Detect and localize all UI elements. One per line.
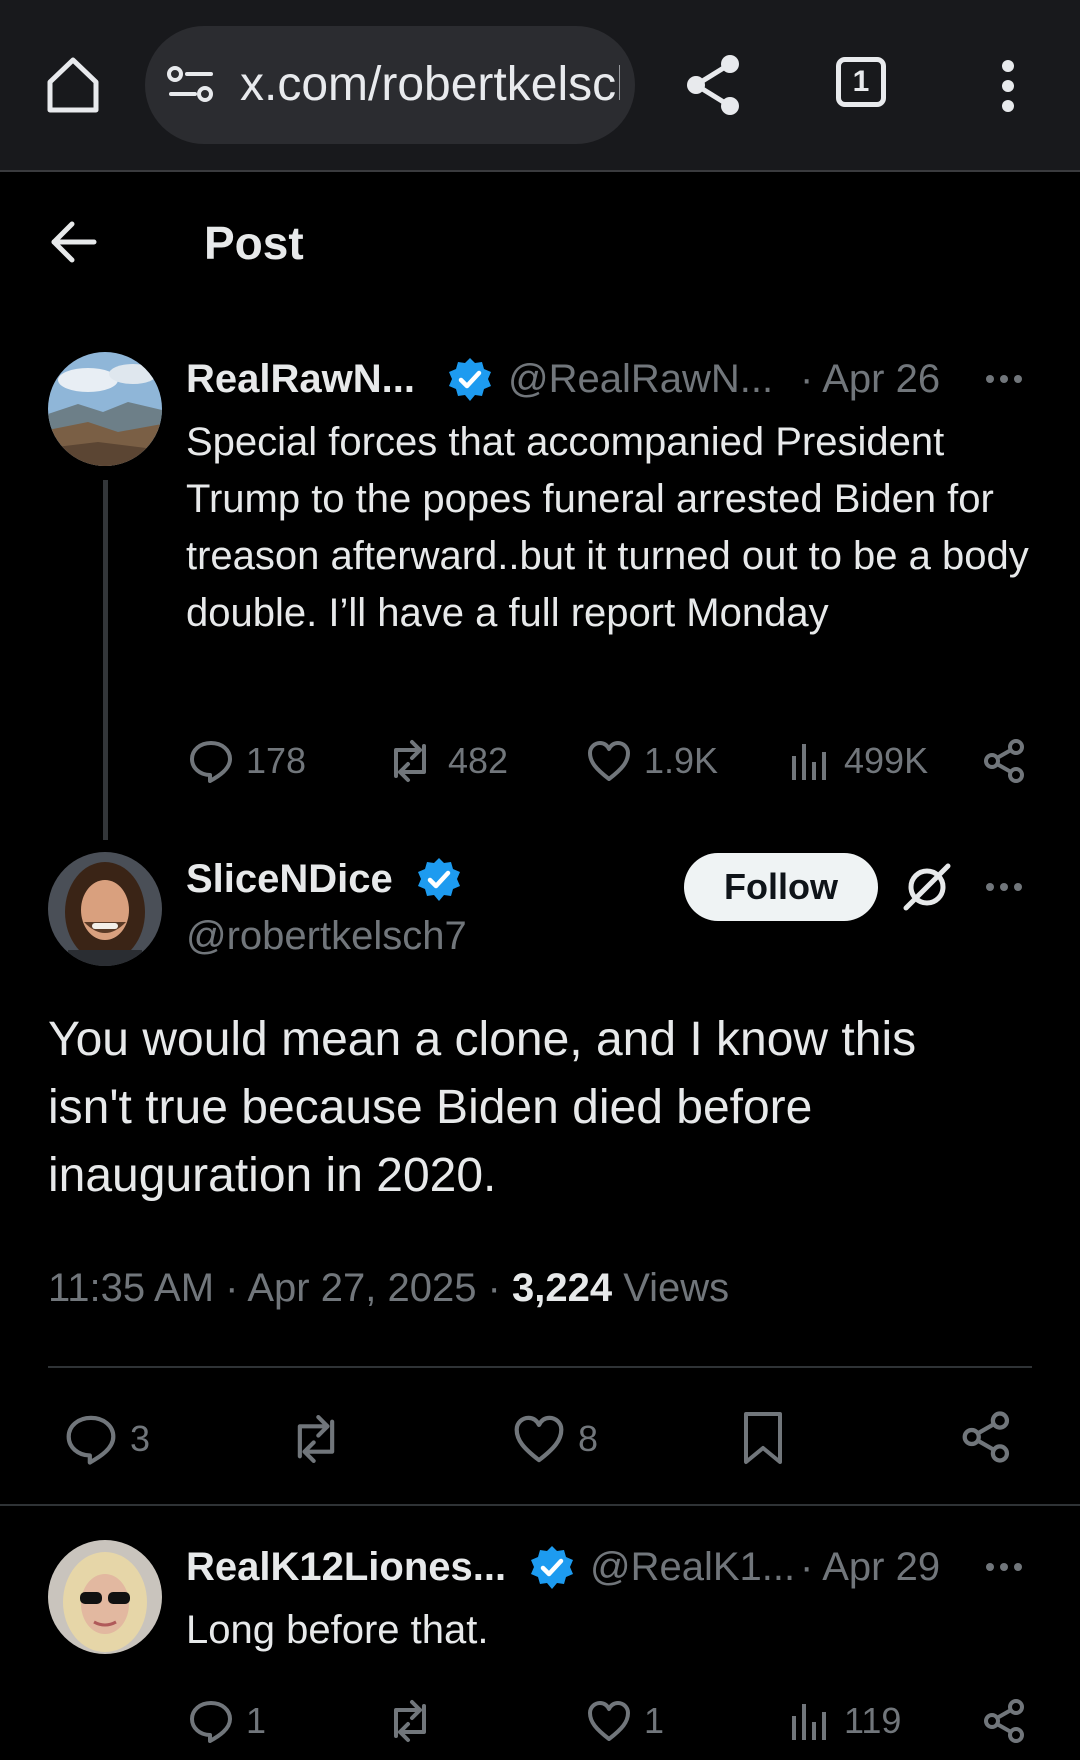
tweet-text: Long before that. xyxy=(186,1608,489,1652)
repost-icon xyxy=(297,1415,335,1464)
views-count: 499K xyxy=(844,740,929,781)
heart-icon xyxy=(588,1701,630,1741)
reply-icon xyxy=(66,1415,116,1465)
views-button[interactable]: 499K xyxy=(786,738,928,784)
more-vert-icon[interactable] xyxy=(996,58,1020,114)
reply-count: 178 xyxy=(246,740,307,781)
like-count: 8 xyxy=(578,1418,599,1459)
like-button[interactable]: 1.9K xyxy=(586,738,718,784)
reply-button[interactable]: 178 xyxy=(188,738,306,784)
heart-icon xyxy=(588,741,630,781)
views-label: Views xyxy=(612,1266,730,1310)
verified-badge-icon xyxy=(528,1544,576,1592)
tweet-timestamp: 11:35 AM · Apr 27, 2025 · 3,224 Views xyxy=(48,1266,729,1311)
divider xyxy=(0,1504,1080,1506)
avatar[interactable] xyxy=(48,1540,162,1654)
views-count: 119 xyxy=(844,1700,902,1741)
like-count: 1 xyxy=(644,1700,665,1741)
page-title: Post xyxy=(204,217,304,269)
share-icon[interactable] xyxy=(982,738,1028,784)
more-horiz-icon[interactable] xyxy=(984,372,1024,386)
like-button[interactable]: 1 xyxy=(586,1698,664,1744)
reply-icon xyxy=(190,1701,232,1743)
repost-icon xyxy=(394,1700,426,1742)
repost-count: 482 xyxy=(448,740,509,781)
home-icon[interactable] xyxy=(40,52,106,118)
author-name[interactable]: RealRawN... xyxy=(186,357,415,402)
repost-icon xyxy=(394,740,426,782)
analytics-icon xyxy=(792,1704,826,1740)
reply-icon xyxy=(190,741,232,783)
repost-button[interactable]: 482 xyxy=(384,738,508,784)
tweet-text: Special forces that accompanied Presiden… xyxy=(186,420,1029,635)
share-icon[interactable] xyxy=(960,1410,1014,1464)
site-settings-icon[interactable] xyxy=(165,62,217,108)
thread-line xyxy=(103,480,108,840)
heart-icon xyxy=(514,1415,564,1463)
tweet-time[interactable]: 11:35 AM · Apr 27, 2025 · xyxy=(48,1266,512,1310)
analytics-icon xyxy=(792,744,826,780)
more-horiz-icon[interactable] xyxy=(984,880,1024,894)
like-count: 1.9K xyxy=(644,740,719,781)
tweet-date[interactable]: · Apr 26 xyxy=(800,357,940,402)
reply-count: 1 xyxy=(246,1700,267,1741)
back-arrow-icon[interactable] xyxy=(50,220,98,264)
repost-button[interactable] xyxy=(286,1412,346,1466)
tweet-text: You would mean a clone, and I know this … xyxy=(48,1013,917,1202)
tab-switcher-button[interactable]: 1 xyxy=(836,57,886,107)
reply-count: 3 xyxy=(130,1418,151,1459)
verified-badge-icon xyxy=(446,356,494,404)
bookmark-icon[interactable] xyxy=(738,1410,788,1466)
url-text[interactable]: x.com/robertkelsch7 xyxy=(240,56,620,114)
repost-button[interactable] xyxy=(384,1698,436,1744)
verified-badge-icon xyxy=(415,856,463,904)
tab-count: 1 xyxy=(852,65,870,98)
views-button[interactable]: 119 xyxy=(786,1698,901,1744)
author-handle[interactable]: @RealRawN... xyxy=(508,357,773,402)
more-horiz-icon[interactable] xyxy=(984,1560,1024,1574)
share-icon[interactable] xyxy=(982,1698,1028,1744)
reply-button[interactable]: 1 xyxy=(188,1698,266,1744)
like-button[interactable]: 8 xyxy=(512,1412,598,1466)
tweet-date[interactable]: · Apr 29 xyxy=(800,1545,940,1590)
author-handle[interactable]: @RealK1... xyxy=(590,1545,795,1590)
avatar[interactable] xyxy=(48,352,162,466)
grok-icon[interactable] xyxy=(900,860,954,914)
reply-button[interactable]: 3 xyxy=(64,1412,150,1466)
avatar[interactable] xyxy=(48,852,162,966)
views-count: 3,224 xyxy=(511,1266,613,1310)
divider xyxy=(48,1366,1032,1368)
share-icon[interactable] xyxy=(684,52,744,118)
follow-button[interactable]: Follow xyxy=(684,853,878,921)
author-name[interactable]: SliceNDice xyxy=(186,857,393,902)
author-name[interactable]: RealK12Liones... xyxy=(186,1545,506,1590)
author-handle[interactable]: @robertkelsch7 xyxy=(186,914,467,959)
